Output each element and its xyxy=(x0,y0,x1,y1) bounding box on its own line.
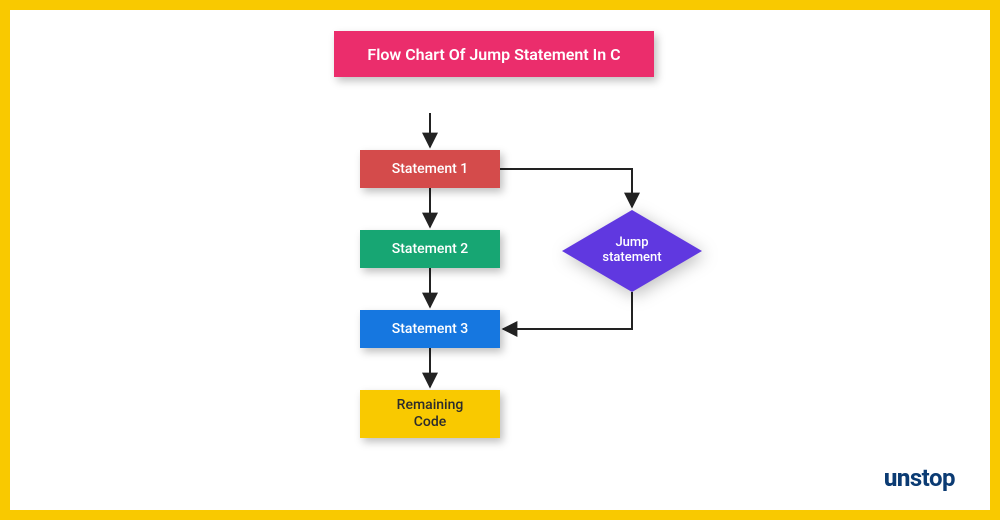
remaining-code-box: Remaining Code xyxy=(360,390,500,438)
diagram-title: Flow Chart Of Jump Statement In C xyxy=(334,31,654,77)
brand-rest: stop xyxy=(910,464,955,492)
jump-label-line2: statement xyxy=(602,251,661,266)
arrows-layer xyxy=(10,10,990,510)
statement-2-box: Statement 2 xyxy=(360,230,500,268)
statement-3-box: Statement 3 xyxy=(360,310,500,348)
brand-logo: unstop xyxy=(884,464,955,492)
jump-diamond: Jump statement xyxy=(562,210,702,292)
remaining-code-line1: Remaining xyxy=(397,397,464,414)
jump-label-line1: Jump xyxy=(615,236,648,251)
brand-accent: un xyxy=(884,464,910,492)
outer-frame: Flow Chart Of Jump Statement In C Statem… xyxy=(0,0,1000,520)
statement-1-box: Statement 1 xyxy=(360,150,500,188)
remaining-code-line2: Code xyxy=(414,414,446,431)
